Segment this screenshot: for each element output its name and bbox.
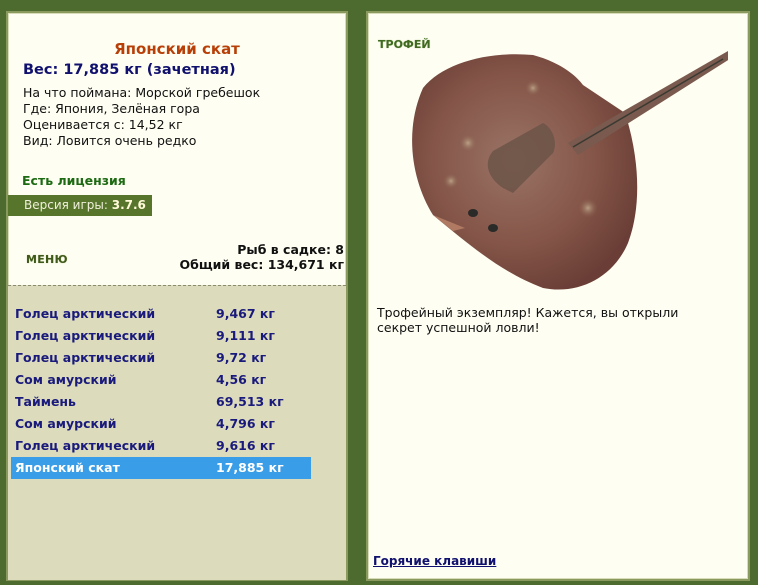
trophy-title: ТРОФЕЙ bbox=[378, 38, 431, 51]
version-label: Версия игры: bbox=[24, 198, 108, 212]
catch-list-row[interactable]: Сом амурский 4,56 кг bbox=[11, 369, 311, 391]
bait-info: На что поймана: Морской гребешок bbox=[23, 85, 261, 100]
catch-fish-name: Японский скат bbox=[15, 460, 120, 475]
catch-fish-name: Голец арктический bbox=[15, 328, 156, 343]
fish-image bbox=[412, 51, 728, 290]
version-value: 3.7.6 bbox=[111, 198, 146, 212]
catch-fish-name: Таймень bbox=[15, 394, 76, 409]
catch-list-row[interactable]: Таймень 69,513 кг bbox=[11, 391, 311, 413]
trophy-message: Трофейный экземпляр! Кажется, вы открыли… bbox=[377, 305, 679, 335]
location-info: Где: Япония, Зелёная гора bbox=[23, 101, 200, 116]
catch-fish-name: Сом амурский bbox=[15, 372, 117, 387]
catch-list-row[interactable]: Голец арктический 9,111 кг bbox=[11, 325, 311, 347]
catch-list-row[interactable]: Сом амурский 4,796 кг bbox=[11, 413, 311, 435]
catch-list: Голец арктический 9,467 кг Голец арктическ… bbox=[8, 285, 346, 580]
catch-list-row[interactable]: Голец арктический 9,467 кг bbox=[11, 303, 311, 325]
catch-fish-name: Сом амурский bbox=[15, 416, 117, 431]
min-weight-info: Оценивается с: 14,52 кг bbox=[23, 117, 183, 132]
catch-fish-weight: 9,72 кг bbox=[216, 350, 267, 365]
menu-button[interactable]: МЕНЮ bbox=[26, 253, 68, 266]
catch-fish-weight: 9,616 кг bbox=[216, 438, 275, 453]
catch-fish-weight: 17,885 кг bbox=[216, 460, 284, 475]
catch-list-row[interactable]: Голец арктический 9,72 кг bbox=[11, 347, 311, 369]
fish-info-panel: Японский скат Вес: 17,885 кг (зачетная) … bbox=[6, 11, 348, 581]
trophy-panel: ТРОФЕЙ Трофейный экземпляр! Кажется, вы … bbox=[366, 11, 750, 581]
catch-list-row[interactable]: Японский скат 17,885 кг bbox=[11, 457, 311, 479]
keepnet-count: Рыб в садке: 8 bbox=[237, 242, 344, 257]
keepnet-total-weight: Общий вес: 134,671 кг bbox=[179, 257, 345, 272]
catch-fish-weight: 9,467 кг bbox=[216, 306, 275, 321]
fish-name: Японский скат bbox=[114, 40, 240, 58]
catch-fish-weight: 4,56 кг bbox=[216, 372, 267, 387]
license-status: Есть лицензия bbox=[22, 173, 126, 188]
rarity-info: Вид: Ловится очень редко bbox=[23, 133, 197, 148]
fish-weight: Вес: 17,885 кг (зачетная) bbox=[23, 62, 236, 78]
catch-fish-weight: 9,111 кг bbox=[216, 328, 275, 343]
catch-fish-weight: 4,796 кг bbox=[216, 416, 275, 431]
version-badge: Версия игры: 3.7.6 bbox=[8, 195, 152, 216]
catch-fish-name: Голец арктический bbox=[15, 438, 156, 453]
hotkeys-link[interactable]: Горячие клавиши bbox=[373, 554, 496, 568]
catch-list-row[interactable]: Голец арктический 9,616 кг bbox=[11, 435, 311, 457]
catch-fish-name: Голец арктический bbox=[15, 306, 156, 321]
catch-fish-name: Голец арктический bbox=[15, 350, 156, 365]
catch-fish-weight: 69,513 кг bbox=[216, 394, 284, 409]
